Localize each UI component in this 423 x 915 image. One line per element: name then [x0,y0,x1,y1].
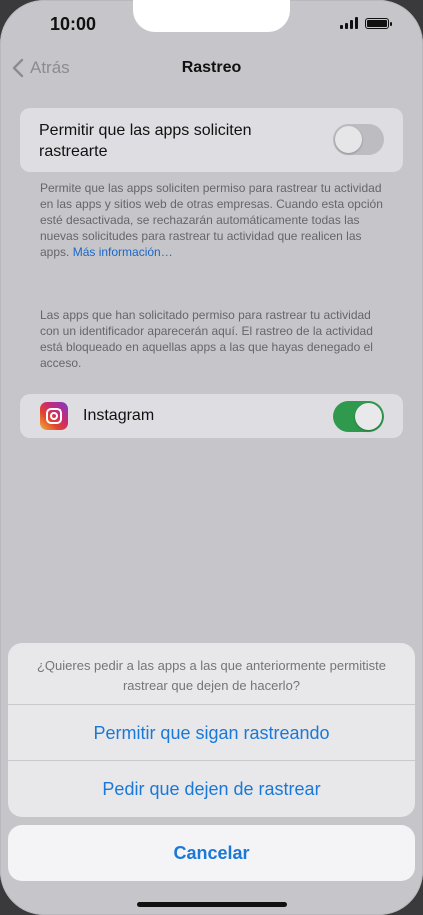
cancel-button[interactable]: Cancelar [8,825,415,881]
allow-tracking-label: Permitir que las apps soliciten rastrear… [39,122,252,160]
apps-footnote: Las apps que han solicitado permiso para… [40,308,373,370]
home-indicator[interactable] [137,902,287,907]
page-title: Rastreo [181,59,242,76]
allow-continue-tracking-button[interactable]: Permitir que sigan rastreando [8,705,415,761]
action-sheet-message: ¿Quieres pedir a las apps a las que ante… [36,658,386,693]
navigation-bar: Atrás Rastreo [0,56,423,82]
allow-tracking-footnote: Permite que las apps soliciten permiso p… [40,180,385,260]
toggle-knob [335,126,362,153]
status-icons [340,17,392,29]
battery-icon [365,17,392,29]
allow-tracking-row: Permitir que las apps soliciten rastrear… [20,108,403,172]
app-row-instagram: Instagram [20,394,403,438]
instagram-icon [40,402,68,430]
camera-notch [133,0,290,32]
app-name: Instagram [83,407,155,424]
instagram-tracking-toggle[interactable] [333,401,384,432]
phone-screen: 10:00 Atrás Rastreo Permitir que las app… [0,0,423,915]
action-sheet: ¿Quieres pedir a las apps a las que ante… [8,643,415,817]
toggle-knob [355,403,382,430]
status-time: 10:00 [50,14,97,34]
more-info-link[interactable]: Más información… [73,245,173,259]
allow-tracking-toggle[interactable] [333,124,384,155]
cellular-signal-icon [340,17,358,29]
ask-stop-tracking-button[interactable]: Pedir que dejen de rastrear [8,761,415,817]
